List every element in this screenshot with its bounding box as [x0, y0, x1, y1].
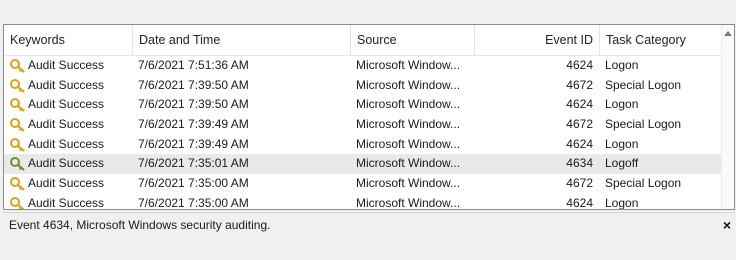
key-icon	[10, 98, 25, 113]
cell-task-category: Logoff	[605, 156, 639, 171]
cell-source: Microsoft Window...	[356, 58, 461, 72]
cell-event-id: 4624	[566, 136, 593, 151]
key-icon	[10, 59, 25, 73]
event-row[interactable]: Audit Success 7/6/2021 7:39:50 AM Microsof…	[4, 76, 722, 96]
event-row[interactable]: Audit Success 7/6/2021 7:35:00 AM Microsof…	[4, 194, 722, 209]
cell-event-id: 4624	[566, 58, 593, 72]
cell-task-category: Logon	[605, 195, 639, 209]
events-table-header: Keywords Date and Time Source Event ID T…	[4, 25, 722, 56]
cell-keywords: Audit Success	[28, 77, 105, 92]
key-icon	[10, 137, 25, 152]
cell-source: Microsoft Window...	[356, 176, 461, 191]
cell-date-time: 7/6/2021 7:35:00 AM	[138, 195, 249, 209]
cell-keywords: Audit Success	[28, 156, 105, 171]
event-row[interactable]: Audit Success 7/6/2021 7:39:49 AM Microsof…	[4, 115, 722, 135]
cell-date-time: 7/6/2021 7:39:50 AM	[138, 77, 249, 92]
cell-task-category: Special Logon	[605, 77, 682, 92]
event-row[interactable]: Audit Success 7/6/2021 7:35:00 AM Microsof…	[4, 174, 722, 194]
cell-date-time: 7/6/2021 7:35:01 AM	[138, 156, 249, 171]
cell-task-category: Special Logon	[605, 117, 682, 132]
cell-source: Microsoft Window...	[356, 156, 461, 171]
cell-keywords: Audit Success	[28, 195, 105, 209]
event-details-bar: Event 4634, Microsoft Windows security a…	[3, 212, 735, 237]
close-icon[interactable]: ×	[723, 213, 731, 237]
cell-keywords: Audit Success	[28, 176, 105, 191]
cell-keywords: Audit Success	[28, 117, 105, 132]
event-row[interactable]: Audit Success 7/6/2021 7:51:36 AM Microsof…	[4, 56, 722, 76]
cell-date-time: 7/6/2021 7:39:49 AM	[138, 117, 249, 132]
event-summary-text: Event 4634, Microsoft Windows security a…	[9, 218, 271, 232]
cell-event-id: 4672	[566, 176, 593, 191]
column-header-source[interactable]: Source	[350, 25, 474, 55]
key-icon	[10, 177, 25, 191]
events-list-panel: Keywords Date and Time Source Event ID T…	[3, 24, 735, 210]
key-icon	[10, 118, 25, 132]
event-row[interactable]: Audit Success 7/6/2021 7:35:01 AM Microsof…	[4, 154, 722, 175]
cell-source: Microsoft Window...	[356, 77, 461, 92]
cell-date-time: 7/6/2021 7:39:49 AM	[138, 136, 249, 151]
cell-source: Microsoft Window...	[356, 195, 461, 209]
cell-event-id: 4624	[566, 195, 593, 209]
scroll-up-arrow-icon[interactable]	[724, 31, 732, 36]
events-table-body: Audit Success 7/6/2021 7:51:36 AM Microsof…	[4, 56, 722, 209]
cell-source: Microsoft Window...	[356, 97, 461, 112]
key-icon	[10, 196, 25, 209]
cell-task-category: Logon	[605, 97, 639, 112]
event-row[interactable]: Audit Success 7/6/2021 7:39:49 AM Microsof…	[4, 135, 722, 155]
cell-event-id: 4672	[566, 77, 593, 92]
cell-date-time: 7/6/2021 7:39:50 AM	[138, 97, 249, 112]
cell-event-id: 4634	[566, 156, 593, 171]
cell-source: Microsoft Window...	[356, 117, 461, 132]
cell-keywords: Audit Success	[28, 58, 105, 72]
cell-event-id: 4624	[566, 97, 593, 112]
cell-keywords: Audit Success	[28, 136, 105, 151]
cell-task-category: Logon	[605, 58, 639, 72]
cell-source: Microsoft Window...	[356, 136, 461, 151]
cell-date-time: 7/6/2021 7:35:00 AM	[138, 176, 249, 191]
cell-date-time: 7/6/2021 7:51:36 AM	[138, 58, 249, 72]
cell-task-category: Logon	[605, 136, 639, 151]
key-icon	[10, 157, 25, 172]
column-header-date-time[interactable]: Date and Time	[132, 25, 350, 55]
vertical-scrollbar[interactable]	[721, 25, 734, 209]
cell-task-category: Special Logon	[605, 176, 682, 191]
cell-keywords: Audit Success	[28, 97, 105, 112]
event-row[interactable]: Audit Success 7/6/2021 7:39:50 AM Microsof…	[4, 95, 722, 115]
column-header-event-id[interactable]: Event ID	[474, 25, 599, 55]
column-header-keywords[interactable]: Keywords	[4, 25, 132, 55]
cell-event-id: 4672	[566, 117, 593, 132]
key-icon	[10, 78, 25, 93]
column-header-task-category[interactable]: Task Category	[599, 25, 724, 55]
